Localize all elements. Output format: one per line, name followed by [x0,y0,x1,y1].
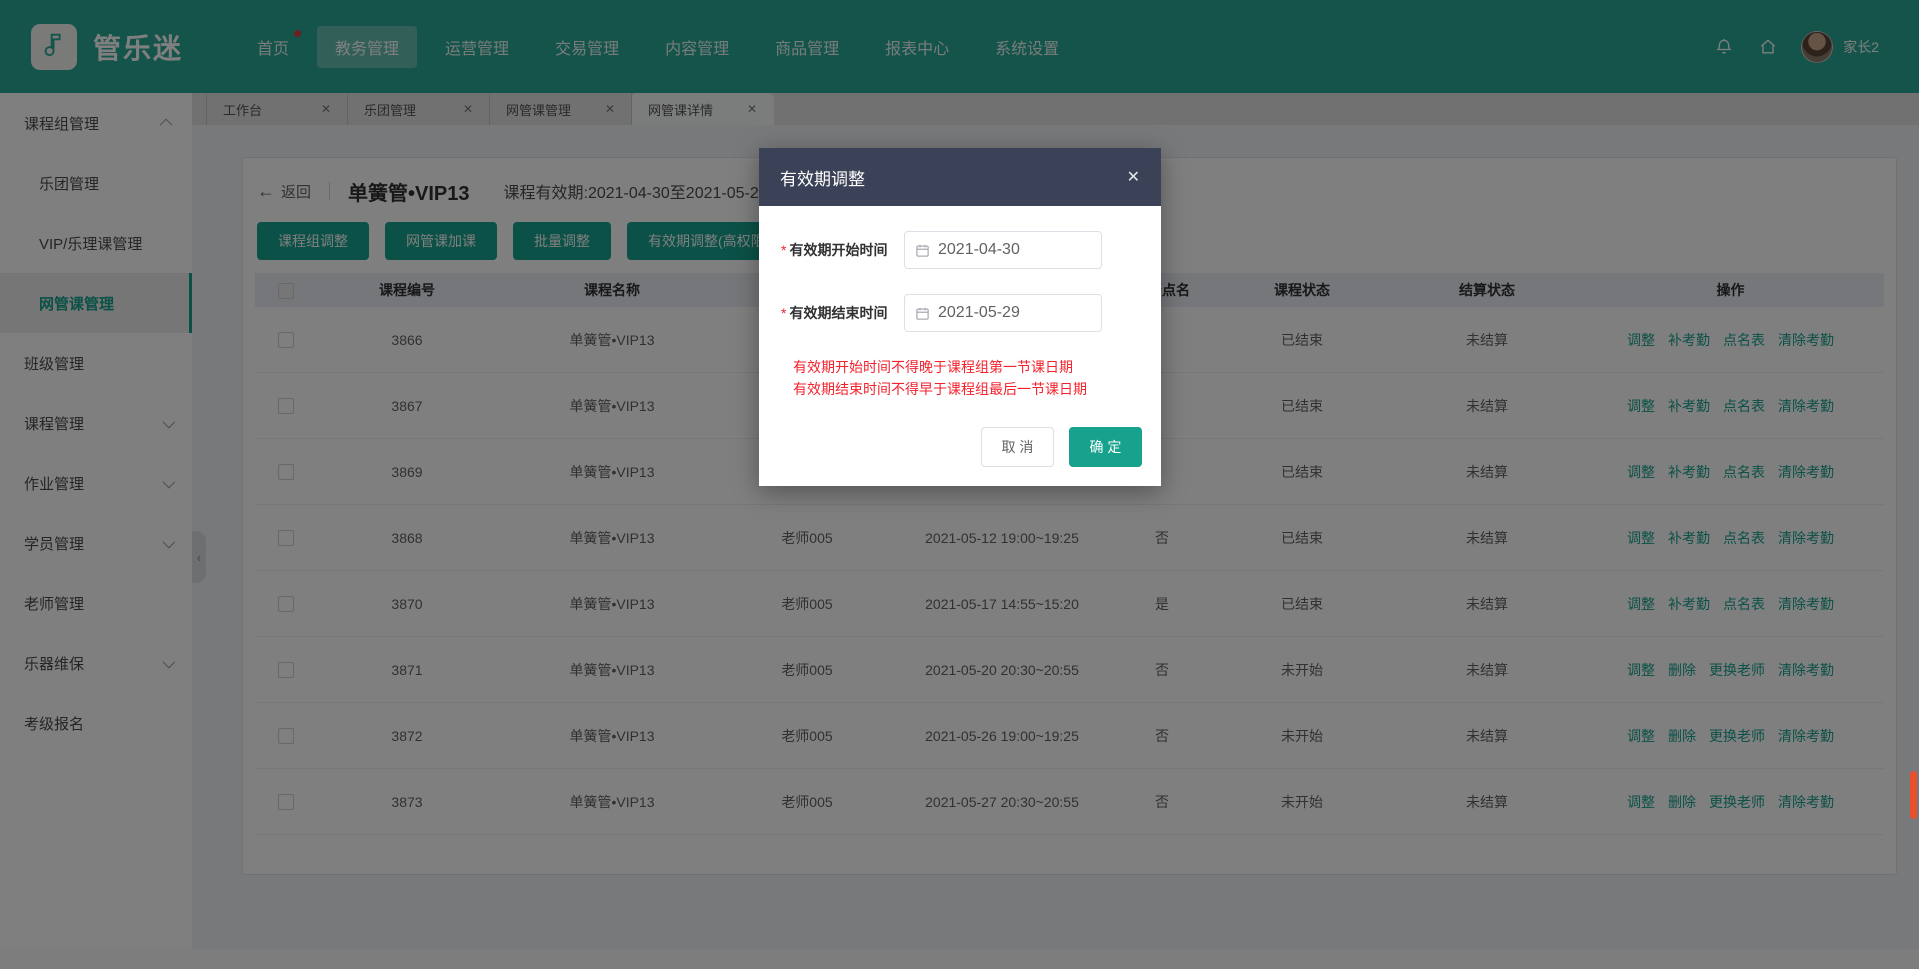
validity-warning-line-2: 有效期结束时间不得早于课程组最后一节课日期 [793,379,1161,400]
end-date-input[interactable]: 2021-05-29 [904,294,1102,332]
start-date-input[interactable]: 2021-04-30 [904,231,1102,269]
calendar-icon [915,243,930,258]
modal-header: 有效期调整 ✕ [759,148,1161,206]
cancel-button[interactable]: 取 消 [981,427,1054,467]
end-date-label: *有效期结束时间 [781,303,904,323]
required-asterisk: * [781,242,786,258]
modal-buttons: 取 消 确 定 [981,427,1142,467]
end-date-field-row: *有效期结束时间 2021-05-29 [781,294,1161,332]
modal-body: *有效期开始时间 2021-04-30 *有效期结束时间 2021-05-29 … [759,206,1161,486]
confirm-button[interactable]: 确 定 [1069,427,1142,467]
validity-adjust-modal: 有效期调整 ✕ *有效期开始时间 2021-04-30 *有效期结束时间 202… [759,148,1161,486]
modal-title: 有效期调整 [780,165,1127,190]
close-icon[interactable]: ✕ [1127,167,1140,187]
vertical-scrollbar-thumb[interactable] [1910,771,1917,819]
validity-warning-line-1: 有效期开始时间不得晚于课程组第一节课日期 [793,357,1161,378]
end-date-value: 2021-05-29 [938,304,1020,322]
required-asterisk: * [781,305,786,321]
start-date-field-row: *有效期开始时间 2021-04-30 [781,231,1161,269]
start-date-label: *有效期开始时间 [781,240,904,260]
start-date-value: 2021-04-30 [938,241,1020,259]
calendar-icon [915,306,930,321]
